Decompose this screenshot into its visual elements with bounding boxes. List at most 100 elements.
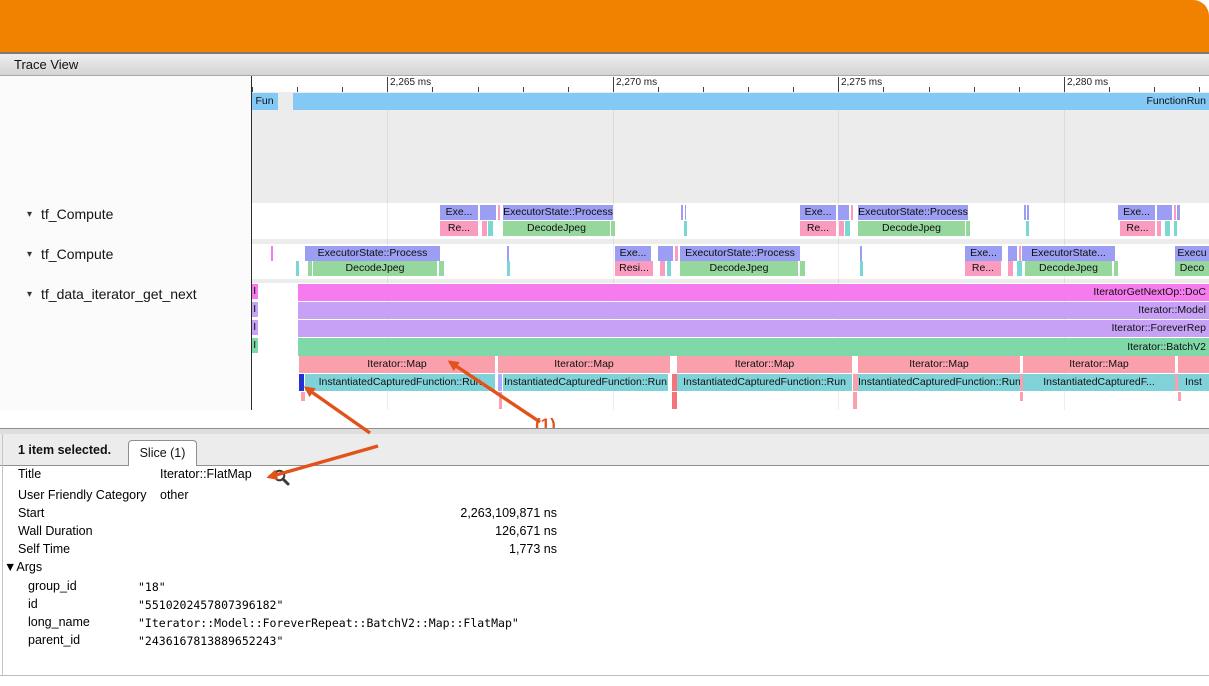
trace-slice[interactable] bbox=[271, 246, 273, 261]
detail-row-parent-id: parent_id "2436167813889652243" bbox=[0, 633, 640, 651]
trace-slice[interactable]: Exe... bbox=[1118, 205, 1155, 220]
trace-slice[interactable]: Inst bbox=[1178, 374, 1209, 391]
trace-slice[interactable] bbox=[1019, 246, 1021, 261]
trace-slice[interactable]: Exe... bbox=[965, 246, 1002, 261]
detail-row-wall-duration: Wall Duration 126,671 ns bbox=[0, 524, 640, 542]
trace-slice[interactable]: Iterator::BatchV2 bbox=[298, 338, 1209, 356]
trace-slice[interactable] bbox=[800, 261, 805, 276]
trace-slice[interactable]: Re... bbox=[440, 221, 478, 236]
trace-slice[interactable] bbox=[1165, 221, 1170, 236]
trace-slice[interactable] bbox=[851, 205, 854, 220]
detail-label: Wall Duration bbox=[18, 524, 93, 538]
trace-slice[interactable]: Re... bbox=[1120, 221, 1155, 236]
trace-slice[interactable] bbox=[660, 261, 665, 276]
trace-slice[interactable] bbox=[507, 246, 509, 261]
trace-slice[interactable] bbox=[296, 261, 299, 276]
trace-slice[interactable]: Exe... bbox=[615, 246, 651, 261]
trace-slice[interactable]: Resi... bbox=[615, 261, 653, 276]
trace-slice[interactable] bbox=[498, 374, 502, 391]
trace-slice[interactable]: Re... bbox=[965, 261, 1001, 276]
trace-slice[interactable] bbox=[684, 221, 687, 236]
trace-slice[interactable] bbox=[301, 392, 305, 401]
trace-slice[interactable] bbox=[672, 392, 677, 409]
trace-slice[interactable] bbox=[1114, 261, 1118, 276]
trace-slice[interactable] bbox=[658, 246, 673, 261]
trace-slice[interactable]: ExecutorState::Process bbox=[858, 205, 968, 220]
trace-slice[interactable]: Iterator::Map bbox=[858, 356, 1020, 373]
trace-slice[interactable]: FunctionRun bbox=[293, 93, 1209, 111]
trace-slice[interactable]: DecodeJpeg bbox=[313, 261, 437, 276]
trace-slice[interactable]: ExecutorState::Process bbox=[305, 246, 440, 261]
trace-slice[interactable] bbox=[480, 205, 496, 220]
trace-slice[interactable] bbox=[1026, 221, 1029, 236]
trace-slice[interactable] bbox=[1008, 246, 1017, 261]
trace-slice[interactable]: DecodeJpeg bbox=[1025, 261, 1112, 276]
trace-slice[interactable] bbox=[1017, 261, 1022, 276]
trace-slice[interactable] bbox=[1024, 205, 1026, 220]
trace-slice[interactable] bbox=[1174, 221, 1177, 236]
trace-slice[interactable] bbox=[507, 261, 510, 276]
trace-slice[interactable]: Iterator::Map bbox=[677, 356, 852, 373]
trace-slice[interactable] bbox=[308, 261, 312, 276]
trace-slice[interactable] bbox=[439, 261, 444, 276]
trace-slice[interactable]: InstantiatedCapturedFunction::Run bbox=[677, 374, 852, 391]
trace-slice[interactable]: IteratorGetNextOp::DoC bbox=[298, 284, 1209, 301]
trace-slice[interactable] bbox=[667, 261, 671, 276]
trace-slice[interactable] bbox=[675, 246, 678, 261]
trace-slice[interactable] bbox=[1157, 205, 1172, 220]
trace-slice[interactable] bbox=[853, 374, 858, 391]
trace-slice[interactable] bbox=[498, 205, 501, 220]
trace-slice[interactable] bbox=[838, 205, 849, 220]
timeline-left-border bbox=[251, 76, 252, 410]
trace-slice[interactable] bbox=[1177, 205, 1180, 220]
trace-slice[interactable] bbox=[611, 221, 615, 236]
trace-slice[interactable]: ExecutorState... bbox=[1022, 246, 1115, 261]
trace-slice[interactable]: Iterator::Map bbox=[1023, 356, 1175, 373]
trace-slice[interactable] bbox=[845, 221, 850, 236]
trace-slice[interactable] bbox=[966, 221, 970, 236]
trace-slice[interactable]: InstantiatedCapturedF... bbox=[1023, 374, 1175, 391]
trace-slice[interactable] bbox=[1008, 261, 1013, 276]
trace-slice[interactable]: Iterator::Map bbox=[299, 356, 495, 373]
trace-slice[interactable] bbox=[681, 205, 683, 220]
trace-slice[interactable]: Exe... bbox=[440, 205, 478, 220]
trace-slice[interactable]: InstantiatedCapturedFunction::Run bbox=[858, 374, 1020, 391]
trace-slice[interactable]: DecodeJpeg bbox=[680, 261, 798, 276]
trace-slice[interactable]: Exe... bbox=[800, 205, 836, 220]
trace-slice[interactable] bbox=[1027, 205, 1029, 220]
detail-label: Self Time bbox=[18, 542, 70, 556]
trace-slice[interactable]: InstantiatedCapturedFunction::Run bbox=[503, 374, 668, 391]
trace-slice[interactable] bbox=[499, 392, 502, 409]
magnifier-icon[interactable] bbox=[272, 468, 290, 486]
trace-slice[interactable] bbox=[1178, 392, 1181, 401]
trace-slice[interactable] bbox=[1174, 205, 1176, 220]
trace-slice[interactable] bbox=[1178, 356, 1209, 373]
trace-slice[interactable]: Deco bbox=[1175, 261, 1209, 276]
trace-slice[interactable]: Fun bbox=[252, 93, 279, 111]
trace-slice[interactable] bbox=[672, 374, 677, 391]
trace-slice[interactable] bbox=[860, 246, 862, 261]
trace-slice[interactable]: Re... bbox=[800, 221, 836, 236]
args-expander[interactable]: ▼Args bbox=[4, 560, 42, 574]
trace-slice[interactable]: Iterator::ForeverRep bbox=[298, 320, 1209, 338]
trace-slice[interactable]: Execu bbox=[1175, 246, 1209, 261]
trace-slice[interactable]: Iterator::Map bbox=[498, 356, 670, 373]
tab-slice[interactable]: Slice (1) bbox=[128, 440, 197, 466]
detail-value: 126,671 ns bbox=[160, 524, 557, 538]
trace-slice[interactable] bbox=[1157, 221, 1161, 236]
trace-slice[interactable]: DecodeJpeg bbox=[503, 221, 610, 236]
trace-slice[interactable]: Iterator::Model bbox=[298, 302, 1209, 320]
trace-slice[interactable] bbox=[860, 261, 863, 276]
trace-slice[interactable] bbox=[482, 221, 487, 236]
trace-slice[interactable] bbox=[839, 221, 844, 236]
trace-slice[interactable]: ExecutorState::Process bbox=[503, 205, 613, 220]
trace-slice[interactable] bbox=[1020, 392, 1023, 401]
trace-slice[interactable]: DecodeJpeg bbox=[858, 221, 965, 236]
trace-slice[interactable]: ExecutorState::Process bbox=[680, 246, 800, 261]
trace-slice[interactable] bbox=[853, 392, 857, 409]
trace-slice[interactable] bbox=[488, 221, 493, 236]
trace-slice[interactable] bbox=[685, 205, 687, 220]
trace-slice[interactable] bbox=[299, 374, 304, 391]
detail-label: Title bbox=[18, 467, 41, 481]
trace-slice[interactable]: InstantiatedCapturedFunction::Run bbox=[305, 374, 495, 391]
